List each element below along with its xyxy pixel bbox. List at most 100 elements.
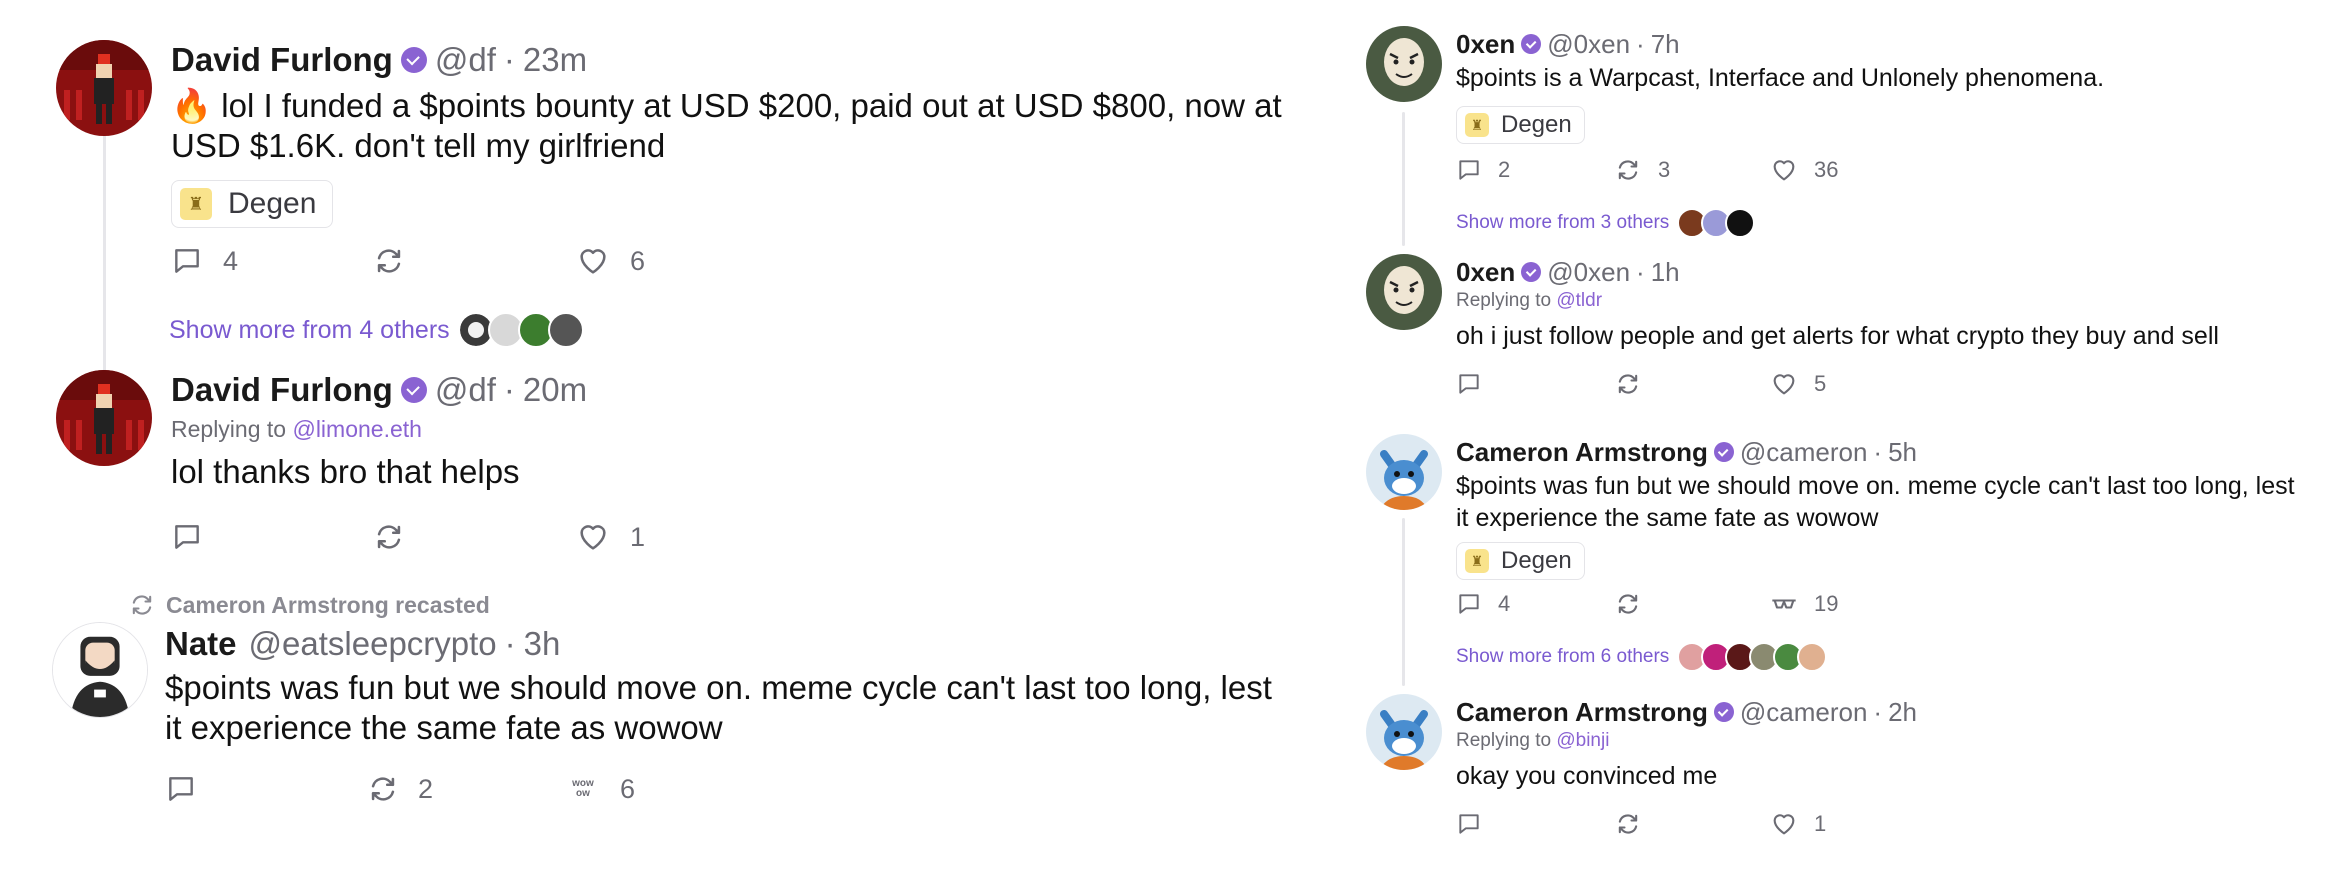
author-handle[interactable]: @df xyxy=(435,371,496,409)
comment-icon xyxy=(175,249,199,273)
author-handle[interactable]: @eatsleepcrypto xyxy=(249,625,497,663)
author-handle[interactable]: @0xen xyxy=(1547,29,1630,60)
reply-button[interactable]: 4 xyxy=(171,244,238,278)
timestamp[interactable]: 5h xyxy=(1888,437,1917,468)
avatar-cameron-armstrong[interactable] xyxy=(1366,434,1442,510)
show-more-replies-link[interactable]: Show more from 6 others xyxy=(1456,642,1828,672)
cast-text: $points was fun but we should move on. m… xyxy=(1456,472,2295,532)
like-button[interactable]: 5 xyxy=(1770,370,1826,398)
reply-count: 4 xyxy=(223,245,239,276)
mini-avatar xyxy=(1725,208,1756,238)
recast-button[interactable] xyxy=(1614,370,1658,398)
recast-icon xyxy=(1618,374,1638,394)
author-name[interactable]: David Furlong xyxy=(171,41,393,79)
replying-to-link[interactable]: @tldr xyxy=(1556,290,1602,311)
channel-tag[interactable]: ♜ Degen xyxy=(171,180,334,228)
author-name[interactable]: Cameron Armstrong xyxy=(1456,437,1708,468)
author-handle[interactable]: @0xen xyxy=(1547,257,1630,288)
wowow-reaction-icon: wow ow xyxy=(572,778,594,799)
reaction-button[interactable]: 19 xyxy=(1770,590,1838,618)
verified-badge-icon xyxy=(1521,262,1542,282)
channel-tag[interactable]: ♜ Degen xyxy=(1456,106,1585,144)
verified-badge-icon xyxy=(1713,442,1734,462)
comment-icon xyxy=(1459,160,1479,180)
separator-dot: · xyxy=(1636,28,1645,59)
timestamp[interactable]: 7h xyxy=(1651,29,1680,60)
cast-text: oh i just follow people and get alerts f… xyxy=(1456,322,2219,350)
reply-button[interactable] xyxy=(165,772,217,806)
cast-text: okay you convinced me xyxy=(1456,762,1718,790)
cast-post[interactable]: Cameron Armstrong @cameron · 5h $points … xyxy=(1350,420,2342,680)
timestamp[interactable]: 23m xyxy=(523,41,587,79)
timestamp[interactable]: 2h xyxy=(1888,697,1917,728)
timestamp[interactable]: 3h xyxy=(524,625,561,663)
recast-button[interactable] xyxy=(1614,810,1658,838)
like-count: 6 xyxy=(630,245,646,276)
timestamp[interactable]: 1h xyxy=(1651,257,1680,288)
recast-icon xyxy=(1618,594,1638,614)
cast-header: Cameron Armstrong @cameron · 2h xyxy=(1456,696,1917,728)
cast-post[interactable]: 0xen @0xen · 7h $points is a Warpcast, I… xyxy=(1350,0,2342,240)
like-count: 36 xyxy=(1814,157,1839,182)
like-button[interactable]: 6 xyxy=(576,244,645,278)
reply-button[interactable] xyxy=(171,520,223,554)
reaction-button[interactable]: wow ow 6 xyxy=(566,772,635,806)
replying-to-link[interactable]: @limone.eth xyxy=(292,416,421,442)
reply-button[interactable] xyxy=(1456,370,1498,398)
replying-to: Replying to @tldr xyxy=(1456,290,1603,311)
cast-post[interactable]: David Furlong @df · 23m 🔥 lol I funded a… xyxy=(0,0,1300,360)
author-name[interactable]: 0xen xyxy=(1456,29,1515,60)
avatar-0xen[interactable] xyxy=(1366,26,1442,102)
recast-button[interactable] xyxy=(372,244,426,278)
cast-header: 0xen @0xen · 1h xyxy=(1456,256,1680,288)
heart-icon xyxy=(1773,160,1795,181)
recast-indicator: Cameron Armstrong recasted xyxy=(128,590,490,620)
avatar-david-furlong[interactable] xyxy=(56,370,152,466)
heart-icon xyxy=(1773,814,1795,835)
separator-dot: · xyxy=(1873,696,1883,727)
show-more-replies-link[interactable]: Show more from 3 others xyxy=(1456,208,1756,238)
comment-icon xyxy=(1459,814,1479,834)
recast-button[interactable] xyxy=(1614,590,1658,618)
author-name[interactable]: 0xen xyxy=(1456,257,1515,288)
avatar-0xen[interactable] xyxy=(1366,254,1442,330)
cast-text: 🔥 lol I funded a $points bounty at USD $… xyxy=(171,87,1282,164)
author-handle[interactable]: @df xyxy=(435,41,496,79)
reply-button[interactable]: 4 xyxy=(1456,590,1510,618)
separator-dot: · xyxy=(1636,256,1645,287)
replying-to-link[interactable]: @binji xyxy=(1556,730,1609,751)
heart-icon xyxy=(580,525,606,550)
channel-tag[interactable]: ♜ Degen xyxy=(1456,542,1585,580)
timestamp[interactable]: 20m xyxy=(523,371,587,409)
cast-post[interactable]: Cameron Armstrong recasted Nate @eatslee… xyxy=(0,580,1300,870)
recast-button[interactable] xyxy=(372,520,426,554)
cast-post[interactable]: David Furlong @df · 20m Replying to @lim… xyxy=(0,360,1300,580)
cast-header: Cameron Armstrong @cameron · 5h xyxy=(1456,436,1917,468)
cast-text: lol thanks bro that helps xyxy=(171,453,520,490)
recast-icon xyxy=(377,249,401,273)
avatar-nate[interactable] xyxy=(52,622,148,718)
reply-button[interactable] xyxy=(1456,810,1498,838)
avatar-cameron-armstrong[interactable] xyxy=(1366,694,1442,770)
author-name[interactable]: Cameron Armstrong xyxy=(1456,697,1708,728)
channel-name: Degen xyxy=(1501,547,1572,574)
like-button[interactable]: 1 xyxy=(576,520,645,554)
author-name[interactable]: David Furlong xyxy=(171,371,393,409)
replier-avatars xyxy=(1677,642,1828,672)
recast-button[interactable]: 2 xyxy=(366,772,433,806)
avatar-david-furlong[interactable] xyxy=(56,40,152,136)
degen-hat-icon: ♜ xyxy=(1465,113,1489,137)
reply-button[interactable]: 2 xyxy=(1456,156,1510,184)
cast-post[interactable]: Cameron Armstrong @cameron · 2h Replying… xyxy=(1350,680,2342,870)
verified-badge-icon xyxy=(400,377,427,403)
sunglasses-reaction-icon xyxy=(1772,599,1796,609)
cast-post[interactable]: 0xen @0xen · 1h Replying to @tldr oh i j… xyxy=(1350,240,2342,420)
replying-to: Replying to @binji xyxy=(1456,730,1610,751)
author-name[interactable]: Nate xyxy=(165,625,237,663)
recast-button[interactable]: 3 xyxy=(1614,156,1670,184)
like-button[interactable]: 1 xyxy=(1770,810,1826,838)
author-handle[interactable]: @cameron xyxy=(1740,437,1868,468)
show-more-replies-link[interactable]: Show more from 4 others xyxy=(169,312,584,348)
author-handle[interactable]: @cameron xyxy=(1740,697,1868,728)
like-button[interactable]: 36 xyxy=(1770,156,1838,184)
